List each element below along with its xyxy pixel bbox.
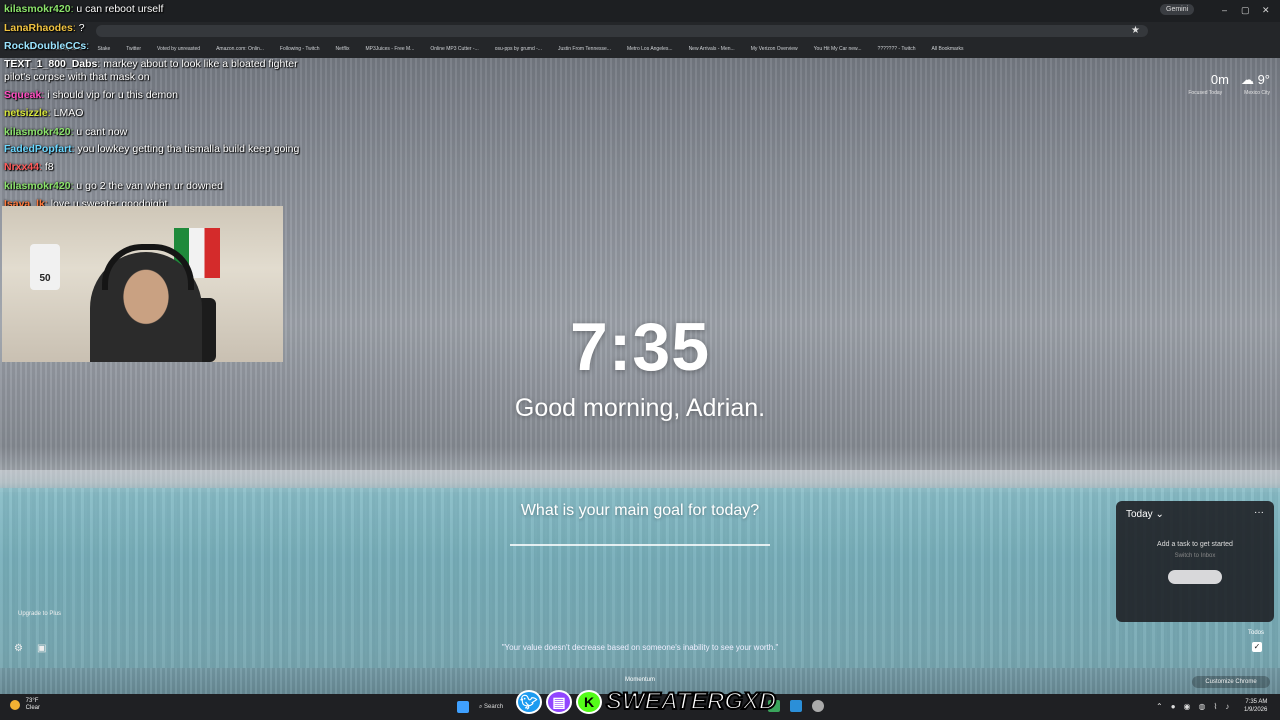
main-goal-input[interactable]	[510, 544, 770, 546]
more-options-icon[interactable]: ···	[1254, 507, 1264, 518]
taskbar-weather[interactable]: 73°F Clear	[10, 698, 40, 712]
bookmark-item[interactable]: Online MP3 Cutter -...	[424, 46, 484, 52]
tray-app-icon[interactable]: ●	[1171, 702, 1176, 711]
start-button[interactable]	[457, 701, 469, 713]
chat-message: Squeak: i should vip for u this demon	[4, 88, 178, 101]
todos-checkbox-icon[interactable]: ✓	[1252, 642, 1262, 652]
upgrade-link[interactable]: Upgrade to Plus	[18, 611, 61, 617]
main-goal-prompt: What is your main goal for today?	[520, 502, 760, 519]
bookmark-item[interactable]: My Verizon Overview	[745, 46, 804, 52]
daily-quote: "Your value doesn't decrease based on so…	[501, 643, 779, 652]
volume-icon[interactable]: ♪	[1225, 702, 1229, 711]
switch-inbox-link[interactable]: Switch to Inbox	[1116, 553, 1274, 559]
chat-username: Squeak	[4, 88, 42, 101]
maximize-icon[interactable]: ▢	[1241, 5, 1250, 16]
chat-message: Nrxx44: f8	[4, 161, 54, 173]
chat-message: TEXT_1_800_Dabs: markey about to look li…	[4, 57, 298, 83]
bookmark-item[interactable]: Justin From Tennesse...	[552, 46, 617, 52]
settings-gear-icon[interactable]	[812, 700, 824, 712]
chat-text: i should vip for u this demon	[47, 88, 178, 101]
chat-text: LMAO	[53, 107, 84, 119]
jersey: 50	[30, 244, 60, 290]
bookmark-item[interactable]: ??????? - Twitch	[872, 46, 922, 52]
todos-label[interactable]: Todos	[1248, 630, 1264, 636]
system-tray: ⌃ ● ◉ ◍ ⌇ ♪	[1156, 702, 1229, 711]
customize-chrome-button[interactable]: Customize Chrome	[1192, 676, 1270, 688]
bookmark-item[interactable]: MP3Juices - Free M...	[359, 46, 420, 52]
chat-text: u go 2 the van when ur downed	[76, 179, 223, 192]
chat-message: netsizzle: LMAO	[4, 107, 84, 119]
chat-text: u can reboot urself	[76, 3, 164, 15]
momentum-brand[interactable]: Momentum	[0, 677, 1280, 683]
minimize-icon[interactable]: –	[1222, 5, 1227, 15]
chat-message: FadedPopfart: you lowkey getting tha tis…	[4, 143, 300, 155]
sun-icon	[10, 700, 20, 710]
app-icon[interactable]	[790, 700, 802, 712]
chat-username: kilasmokr420	[4, 3, 71, 15]
chat-username: RockDoubleCCs	[4, 40, 87, 52]
gemini-button[interactable]: Gemini	[1160, 4, 1195, 15]
taskbar-search[interactable]: ⌕ Search	[479, 700, 519, 714]
cloud-icon: ☁	[1240, 72, 1258, 87]
chat-message: kilasmokr420: u go 2 the van when ur dow…	[4, 179, 223, 192]
clock: 7:35	[569, 309, 711, 385]
focus-label: Focused Today	[1188, 90, 1223, 96]
chat-username: TEXT_1_800_Dabs	[4, 57, 98, 70]
bookmark-item[interactable]: osu-pps by grumd -...	[489, 46, 548, 52]
chat-text: ?	[78, 21, 85, 34]
stream-handle: SWEATERGXD	[605, 687, 777, 716]
focus-minutes: 0m	[1210, 72, 1229, 87]
chat-text: you lowkey getting tha tismalla build ke…	[77, 143, 300, 155]
chat-text: u cant now	[76, 125, 128, 138]
chevron-up-icon[interactable]: ⌃	[1156, 702, 1163, 711]
stream-social-banner: 🐦︎ ▤ K SWEATERGXD	[516, 687, 777, 716]
todo-panel: Today ⌄ ··· Add a task to get started Sw…	[1116, 501, 1274, 622]
bookmark-item[interactable]: New Arrivals - Men...	[683, 46, 741, 52]
photo-icon[interactable]: ▣	[37, 643, 46, 654]
settings-icon[interactable]: ⚙	[14, 643, 23, 654]
bookmark-item[interactable]: Netflix	[330, 46, 356, 52]
wifi-icon[interactable]: ◉	[1184, 702, 1191, 711]
chat-message: LanaRhaodes: ?	[4, 21, 85, 34]
bookmark-item[interactable]: You Hit My Car new...	[808, 46, 868, 52]
chat-username: netsizzle	[4, 107, 48, 119]
stream-chat: kilasmokr420: u can reboot urself LanaRha…	[4, 0, 304, 232]
bookmark-item[interactable]: Metro Los Angeles...	[621, 46, 679, 52]
chat-username: LanaRhaodes	[4, 21, 73, 34]
close-icon[interactable]: ✕	[1262, 5, 1270, 16]
bookmark-star-icon[interactable]: ★	[1131, 25, 1140, 36]
bookmark-item[interactable]: All Bookmarks	[926, 46, 970, 52]
chevron-down-icon: ⌄	[1155, 509, 1164, 520]
chat-message: kilasmokr420: u can reboot urself	[4, 3, 164, 15]
chat-message: kilasmokr420: u cant now	[4, 125, 128, 138]
twitch-icon: ▤	[546, 690, 572, 714]
kick-icon: K	[576, 690, 602, 714]
chat-username: FadedPopfart	[4, 143, 72, 155]
chat-username: kilasmokr420	[4, 179, 71, 192]
todo-empty-text: Add a task to get started	[1157, 541, 1233, 548]
location-label: Mexico City	[1244, 90, 1270, 96]
chat-message: RockDoubleCCs:	[4, 40, 90, 52]
todo-list-selector[interactable]: Today ⌄	[1126, 509, 1164, 520]
twitter-icon: 🐦︎	[516, 690, 542, 714]
network-icon[interactable]: ◍	[1199, 702, 1206, 711]
new-todo-button[interactable]	[1168, 570, 1222, 584]
clock-date[interactable]: 7:35 AM 1/9/2026	[1244, 698, 1267, 714]
chat-username: Nrxx44	[4, 161, 40, 173]
weather-widget[interactable]: 0m ☁ 9° Focused Today Mexico City	[1188, 72, 1270, 96]
chat-text: f8	[44, 161, 54, 173]
microphone-icon[interactable]: ⌇	[1214, 702, 1218, 711]
chat-username: kilasmokr420	[4, 125, 71, 138]
greeting: Good morning, Adrian.	[514, 394, 766, 422]
temperature: ☁ 9°	[1240, 72, 1270, 87]
